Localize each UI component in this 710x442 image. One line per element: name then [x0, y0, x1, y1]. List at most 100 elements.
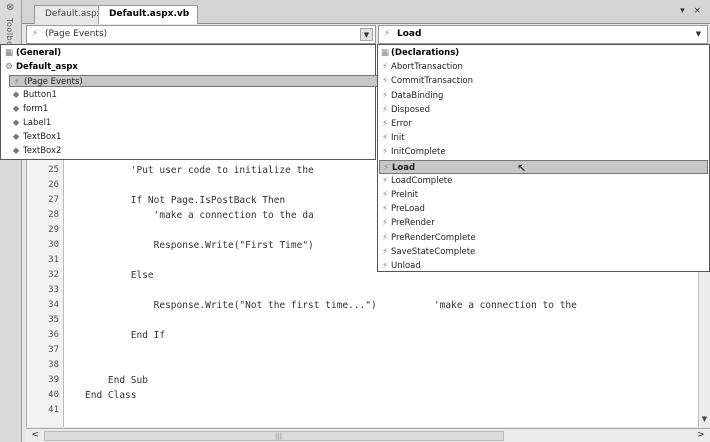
class-list-item[interactable]: ◆ Button1 [9, 89, 57, 101]
class-list-item-label: TextBox1 [23, 132, 62, 142]
control-icon: ◆ [12, 118, 20, 128]
chevron-down-icon[interactable]: ▼ [360, 28, 373, 41]
line-number: 27 [48, 195, 59, 205]
class-list-item[interactable]: ▦ (General) [2, 47, 61, 59]
method-list-item[interactable]: ⚡ DataBinding [379, 89, 708, 103]
code-text[interactable]: If Not Page.IsPostBack Then [85, 195, 285, 206]
method-list-item[interactable]: ⚡ Unload [379, 259, 708, 273]
class-name-dropdown[interactable]: ⚡ (Page Events) ▼ [26, 25, 376, 44]
method-list-item[interactable]: ⚡ LoadComplete [379, 174, 708, 188]
line-number: 29 [48, 225, 59, 235]
method-list-item[interactable]: ⚡ PreInit [379, 188, 708, 202]
method-list-item[interactable]: ⚡ SaveStateComplete [379, 245, 708, 259]
method-list-item[interactable]: ⚡ PreRender [379, 216, 708, 230]
method-list-item-label: PreLoad [391, 204, 425, 215]
lightning-icon: ⚡ [382, 119, 388, 129]
lightning-icon: ⚡ [382, 133, 388, 144]
chevron-down-icon[interactable]: ▼ [692, 28, 705, 41]
control-icon: ◆ [12, 104, 20, 114]
class-list-item-label: Default_aspx [16, 62, 78, 72]
method-list-item-label: DataBinding [391, 90, 444, 101]
method-list-item[interactable]: ⚡ InitComplete [379, 145, 708, 159]
grip-icon: ||| [275, 432, 283, 440]
method-list-item[interactable]: ⚡ PreRenderComplete [379, 231, 708, 245]
code-text[interactable]: Response.Write("First Time") [85, 240, 314, 251]
line-number: 35 [48, 315, 59, 325]
method-list-item[interactable]: ⚡ Disposed [379, 103, 708, 117]
method-list-item-label: Init [391, 133, 405, 144]
line-number: 28 [48, 210, 59, 220]
code-text[interactable]: End If [85, 330, 165, 341]
method-list-item-label: InitComplete [391, 147, 446, 158]
class-list-item-label: TextBox2 [23, 146, 62, 156]
line-number: 25 [48, 165, 59, 175]
lightning-icon: ⚡ [382, 147, 388, 158]
line-number: 41 [48, 405, 59, 415]
line-number: 40 [48, 390, 59, 400]
control-icon: ◆ [12, 132, 20, 142]
class-list-item[interactable]: ◆ TextBox2 [9, 145, 62, 157]
method-list-item[interactable]: ▦ (Declarations) [379, 46, 708, 60]
method-name-dropdown[interactable]: ⚡ Load ▼ [378, 25, 708, 44]
general-icon: ▦ [4, 48, 14, 58]
method-list-item[interactable]: ⚡ CommitTransaction [379, 74, 708, 88]
lightning-icon: ⚡ [382, 190, 388, 200]
lightning-icon: ⚡ [382, 246, 388, 257]
method-list-item[interactable]: ⚡ Init [379, 131, 708, 145]
method-list-item-label: Disposed [391, 104, 430, 115]
method-list-item[interactable]: ⚡ Error [379, 117, 708, 131]
line-number: 33 [48, 285, 59, 295]
class-list-item[interactable]: ⚙ Default_aspx [2, 61, 78, 73]
line-number: 32 [48, 270, 59, 280]
tab-window-controls[interactable]: ▾ × [680, 6, 704, 16]
method-list-item-label: Unload [391, 261, 421, 271]
class-list-item[interactable]: ◆ form1 [9, 103, 49, 115]
lightning-icon: ⚡ [382, 104, 388, 115]
method-list-item-label: PreRenderComplete [391, 232, 476, 243]
method-list-item-label: Error [391, 119, 412, 129]
class-dropdown-list[interactable]: ▦ (General) ⚙ Default_aspx ⚡ (Page Events) ◆ Bu… [0, 44, 379, 160]
horizontal-scroll-thumb[interactable]: ||| [44, 431, 504, 441]
class-list-item[interactable]: ◆ Label1 [9, 117, 52, 129]
class-list-item-label: (General) [16, 48, 62, 58]
scroll-down-icon[interactable]: ▼ [699, 415, 710, 427]
method-dropdown-list[interactable]: ▦ (Declarations) ⚡ AbortTransaction ⚡ CommitT… [377, 44, 710, 272]
method-list-item-label: PreRender [391, 218, 435, 229]
code-line[interactable]: 41 [27, 405, 699, 424]
lightning-icon: ⚡ [14, 77, 20, 87]
horizontal-scrollbar[interactable]: < ||| > [26, 428, 710, 442]
toolbox-pin-icon[interactable]: ⊗ [6, 3, 16, 13]
lightning-icon: ⚡ [384, 29, 391, 39]
method-list-item-label: Load [392, 162, 416, 173]
class-list-item-label: Button1 [23, 90, 57, 100]
method-list-item-label: SaveStateComplete [391, 246, 476, 257]
declarations-icon: ▦ [380, 48, 390, 58]
code-text[interactable]: 'Put user code to initialize the [85, 165, 314, 176]
tab-default-aspx-vb[interactable]: Default.aspx.vb [98, 5, 199, 24]
class-list-item-label: Label1 [23, 118, 52, 128]
line-number: 38 [48, 360, 59, 370]
method-list-item[interactable]: ⚡ PreLoad [379, 202, 708, 216]
class-list-item[interactable]: ◆ TextBox1 [9, 131, 62, 143]
lightning-icon: ⚡ [32, 29, 39, 39]
lightning-icon: ⚡ [382, 204, 388, 215]
method-dropdown-value: Load [397, 29, 422, 39]
code-text[interactable]: 'make a connection to the da [85, 210, 314, 221]
method-list-item[interactable]: ⚡ AbortTransaction [379, 60, 708, 74]
code-text[interactable]: Response.Write("Not the first time...") … [85, 300, 577, 311]
scroll-left-icon[interactable]: < [28, 430, 42, 442]
code-text[interactable]: End Sub [85, 375, 148, 386]
line-number: 34 [48, 300, 59, 310]
line-number: 26 [48, 180, 59, 190]
line-number: 39 [48, 375, 59, 385]
code-text[interactable]: End Class [85, 390, 136, 401]
code-text[interactable]: Else [85, 270, 154, 281]
scroll-right-icon[interactable]: > [694, 430, 708, 442]
class-list-item-label: (Page Events) [24, 77, 83, 87]
method-list-item[interactable]: ⚡ Load ↖ [379, 159, 708, 175]
line-number: 37 [48, 345, 59, 355]
class-list-item[interactable]: ⚡ (Page Events) [9, 75, 379, 87]
control-icon: ◆ [12, 146, 20, 156]
method-list-item-label: LoadComplete [391, 175, 453, 186]
lightning-icon: ⚡ [382, 90, 388, 101]
